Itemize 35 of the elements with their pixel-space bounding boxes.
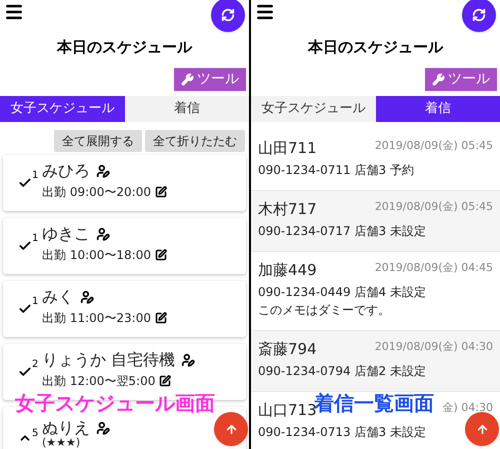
call-info: 090-1234-0711 店舗3 予約 (258, 162, 414, 179)
girl-name: ぬりえ (42, 419, 90, 437)
caller-name: 斎藤794 (258, 339, 317, 359)
call-date: 金) 04:30 (442, 400, 493, 416)
count-label: 2 (32, 360, 38, 370)
call-date: 2019/08/09(金) 04:45 (374, 260, 493, 276)
call-date: 2019/08/09(金) 04:30 (374, 339, 493, 355)
tool-label: ツール (448, 70, 490, 89)
count-label: 1 (32, 297, 38, 307)
call-date: 2019/08/09(金) 05:45 (374, 199, 493, 215)
girl-name: みひろ (42, 161, 90, 181)
page-title: 本日のスケジュール (306, 37, 444, 58)
call-info: 090-1234-0713 店舗3 未設定 (258, 424, 426, 441)
caller-name: 加藤449 (258, 260, 317, 280)
shift-time: 出勤 09:00〜20:00 (42, 184, 151, 200)
girl-name: ゆきこ (42, 224, 90, 244)
girl-name: みく (42, 287, 74, 307)
caller-name: 山田711 (258, 138, 317, 158)
rating-text: (★★★) (42, 437, 82, 449)
tool-label: ツール (197, 70, 239, 89)
page-title: 本日のスケジュール (56, 37, 194, 58)
call-info: 090-1234-0449 店舗4 未設定 (258, 284, 426, 301)
count-label: 5 (32, 429, 38, 439)
caption-overlay: 着信一覧画面 (314, 392, 434, 414)
call-date: 2019/08/09(金) 05:45 (374, 138, 493, 154)
shift-time: 出勤 11:00〜23:00 (42, 310, 151, 326)
girl-name: りょうか 自宅待機 (42, 350, 176, 370)
shift-time: 出勤 12:00〜翌5:00 (42, 373, 156, 389)
call-memo: このメモはダミーです。 (258, 302, 391, 319)
count-label: 1 (32, 171, 38, 181)
call-info: 090-1234-0717 店舗3 未設定 (258, 223, 426, 240)
count-label: 1 (32, 234, 38, 244)
call-info: 090-1234-0794 店舗2 未設定 (258, 363, 426, 380)
shift-time: 出勤 10:00〜18:00 (42, 247, 151, 263)
caller-name: 木村717 (258, 199, 317, 219)
